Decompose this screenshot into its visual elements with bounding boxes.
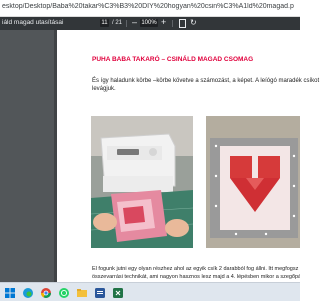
body-paragraph: El fogunk jutni egy olyan részhez ahol a… <box>92 265 300 281</box>
pdf-toolbar: iáld magad utasításai 11 / 21 – 100% + ↻ <box>0 17 300 30</box>
toolbar-divider <box>126 20 127 27</box>
rotate-icon[interactable]: ↻ <box>190 18 197 27</box>
page-total: / 21 <box>112 20 123 26</box>
file-explorer-icon[interactable] <box>76 286 88 298</box>
zoom-in-button[interactable]: + <box>161 17 166 27</box>
zoom-out-button[interactable]: – <box>132 17 137 27</box>
intro-paragraph: És így haladunk körbe –körbe követve a s… <box>92 77 320 93</box>
toolbar-divider <box>172 20 173 27</box>
excel-icon[interactable] <box>112 286 124 298</box>
quilt-heart-photo <box>206 116 300 248</box>
url-text[interactable]: esktop/Desktop/Baba%20takar%C3%B3%20DIY%… <box>2 3 294 10</box>
fit-page-icon[interactable] <box>179 19 186 28</box>
word-icon[interactable] <box>94 286 106 298</box>
document-title: PUHA BABA TAKARÓ – CSINÁLD MAGAD CSOMAG <box>92 56 254 63</box>
page-number-input[interactable]: 11 <box>100 19 109 27</box>
body-line-2: összevarrási technikát, ami nagyon haszn… <box>92 274 300 280</box>
chrome-icon[interactable] <box>40 286 52 298</box>
intro-line-2: levágjuk. <box>92 86 116 92</box>
edge-icon[interactable] <box>22 286 34 298</box>
body-line-1: El fogunk jutni egy olyan részhez ahol a… <box>92 266 300 272</box>
windows-icon[interactable] <box>4 286 16 298</box>
zoom-level-input[interactable]: 100% <box>140 19 158 27</box>
address-bar[interactable]: esktop/Desktop/Baba%20takar%C3%B3%20DIY%… <box>0 0 300 17</box>
sewing-machine-photo <box>91 116 193 248</box>
taskbar <box>0 282 300 301</box>
page-shadow <box>54 30 57 282</box>
whatsapp-icon[interactable] <box>58 286 70 298</box>
intro-line-1: És így haladunk körbe –körbe követve a s… <box>92 78 320 84</box>
pdf-title: iáld magad utasításai <box>2 19 64 26</box>
